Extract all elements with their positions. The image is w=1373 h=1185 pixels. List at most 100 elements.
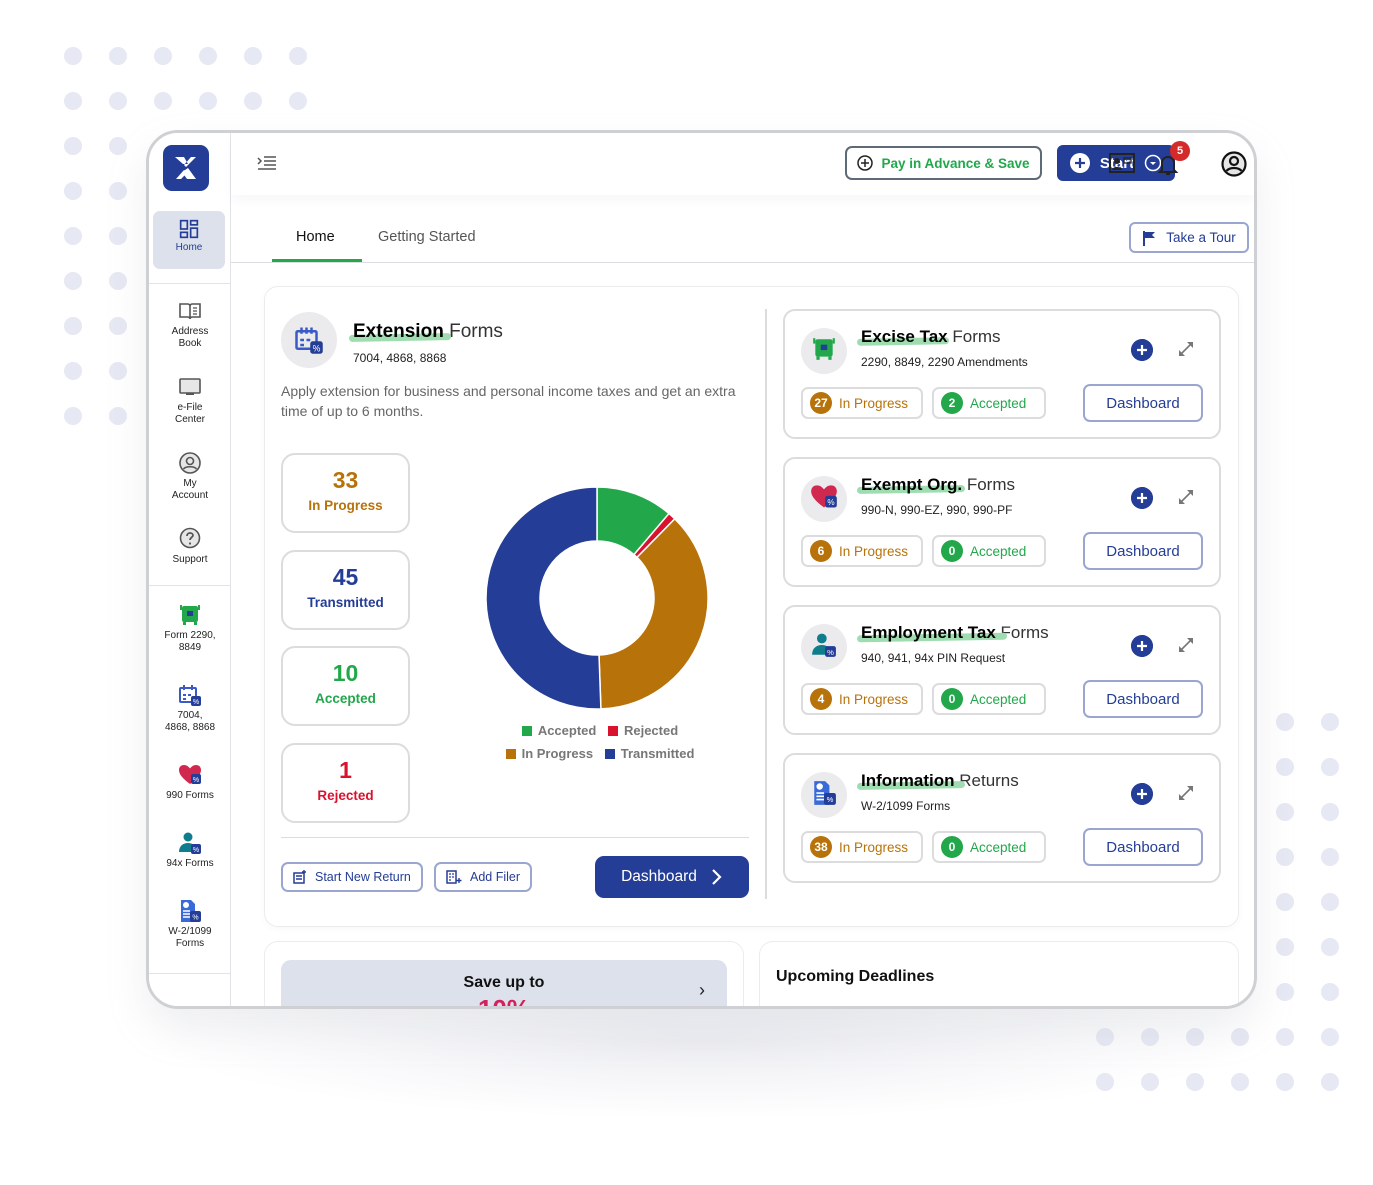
truck-icon [180, 605, 200, 625]
extension-forms-panel: % Extension Forms 7004, 4868, 8868 Apply… [264, 286, 1239, 927]
svg-text:%: % [193, 847, 199, 854]
monitor-icon [179, 378, 201, 395]
chevron-right-icon [712, 869, 722, 885]
sidebar-item-my-account[interactable]: My Account [149, 451, 231, 502]
decor-dot [64, 47, 82, 65]
stat-rejected[interactable]: 1 Rejected [281, 743, 410, 823]
flag-icon [1143, 230, 1156, 246]
in-progress-pill[interactable]: 4 In Progress [801, 683, 923, 715]
accepted-pill[interactable]: 0 Accepted [932, 831, 1046, 863]
extension-dashboard-button[interactable]: Dashboard [595, 856, 749, 898]
in-progress-pill[interactable]: 27 In Progress [801, 387, 923, 419]
decor-dot [1276, 938, 1294, 956]
decor-dot [1276, 893, 1294, 911]
calendar-icon: % [179, 685, 201, 706]
id-card-icon[interactable] [1109, 153, 1135, 173]
in-progress-pill[interactable]: 38 In Progress [801, 831, 923, 863]
accepted-pill[interactable]: 2 Accepted [932, 387, 1046, 419]
card-icon-wrap: % [801, 624, 847, 670]
sidebar-item-efile-center[interactable]: e-File Center [149, 375, 231, 426]
upcoming-deadlines-panel: Upcoming Deadlines [759, 941, 1239, 1006]
decor-dot [199, 92, 217, 110]
notifications-button[interactable]: 5 [1157, 141, 1190, 177]
tab-bar: Home Getting Started [231, 195, 1254, 263]
decor-dot [1321, 713, 1339, 731]
card-dashboard-button[interactable]: Dashboard [1083, 680, 1203, 718]
stat-accepted[interactable]: 10 Accepted [281, 646, 410, 726]
user-avatar-icon[interactable] [1221, 151, 1247, 177]
expand-icon[interactable] [1177, 488, 1195, 506]
decor-dot [1276, 758, 1294, 776]
stat-in-progress[interactable]: 33 In Progress [281, 453, 410, 533]
add-plus-icon[interactable] [1131, 635, 1153, 657]
form-category-card: % Information Returns W-2/1099 Forms 38 I… [783, 753, 1221, 883]
card-dashboard-button[interactable]: Dashboard [1083, 384, 1203, 422]
start-new-return-button[interactable]: Start New Return [281, 862, 423, 892]
app-window: Home Address Book e-File Center My Accou… [146, 130, 1257, 1009]
plus-circle-icon [857, 155, 874, 171]
card-dashboard-button[interactable]: Dashboard [1083, 532, 1203, 570]
sidebar-item-label: 94x Forms [166, 858, 214, 869]
decor-dot [1276, 1073, 1294, 1091]
decor-dot [109, 47, 127, 65]
sidebar-item-home[interactable]: Home [153, 211, 225, 269]
decor-dot [109, 182, 127, 200]
decor-dot [1321, 983, 1339, 1001]
tab-home[interactable]: Home [296, 229, 335, 245]
building-add-icon [446, 870, 462, 884]
add-plus-icon[interactable] [1131, 783, 1153, 805]
chevron-right-icon: › [699, 980, 705, 1000]
svg-text:%: % [193, 699, 199, 706]
sidebar-item-label: Form 2290, 8849 [164, 630, 216, 653]
decor-dot [1321, 938, 1339, 956]
card-dashboard-button[interactable]: Dashboard [1083, 828, 1203, 866]
add-plus-icon[interactable] [1131, 339, 1153, 361]
card-icon-wrap [801, 328, 847, 374]
take-a-tour-button[interactable]: Take a Tour [1129, 222, 1249, 253]
accepted-pill[interactable]: 0 Accepted [932, 683, 1046, 715]
add-filer-button[interactable]: Add Filer [434, 862, 533, 892]
card-title: Exempt Org. Forms [856, 475, 1015, 495]
accepted-pill[interactable]: 0 Accepted [932, 535, 1046, 567]
decor-dot [64, 137, 82, 155]
decor-dot [1321, 1028, 1339, 1046]
stat-transmitted[interactable]: 45 Transmitted [281, 550, 410, 630]
tab-getting-started[interactable]: Getting Started [378, 229, 476, 245]
sidebar-item-form-2290[interactable]: Form 2290, 8849 [149, 603, 231, 654]
sidebar-item-support[interactable]: Support [149, 527, 231, 566]
extension-title: Extension Forms [348, 321, 503, 343]
expand-icon[interactable] [1177, 340, 1195, 358]
sidebar-item-990-forms[interactable]: % 990 Forms [149, 763, 231, 802]
decor-dot [64, 182, 82, 200]
sidebar-item-extension[interactable]: % 7004, 4868, 8868 [149, 683, 231, 734]
employee-icon: % [811, 632, 837, 663]
sidebar-item-94x-forms[interactable]: % 94x Forms [149, 831, 231, 870]
form-category-card: % Employment Tax Forms 940, 941, 94x PIN… [783, 605, 1221, 735]
sidebar-item-w2-1099[interactable]: % W-2/1099 Forms [149, 899, 231, 950]
sidebar-item-label: W-2/1099 Forms [168, 926, 212, 949]
sidebar-item-label: Support [172, 554, 208, 565]
in-progress-pill[interactable]: 6 In Progress [801, 535, 923, 567]
card-subtitle: W-2/1099 Forms [861, 799, 951, 813]
chart-legend: Accepted Rejected In Progress Transmitte… [490, 719, 710, 765]
divider [281, 837, 749, 838]
top-bar: Pay in Advance & Save Start 5 [231, 133, 1254, 195]
menu-toggle-icon[interactable] [257, 155, 277, 171]
add-plus-icon[interactable] [1131, 487, 1153, 509]
pay-in-advance-button[interactable]: Pay in Advance & Save [845, 146, 1042, 180]
save-promo-banner[interactable]: Save up to 10% › [281, 960, 727, 1006]
expand-icon[interactable] [1177, 636, 1195, 654]
brand-logo[interactable] [163, 145, 209, 191]
expand-icon[interactable] [1177, 784, 1195, 802]
decor-dot [1276, 983, 1294, 1001]
decor-dot [289, 47, 307, 65]
active-tab-indicator [272, 259, 362, 262]
sidebar-divider [149, 283, 231, 284]
donut-slice-in-progress[interactable] [598, 517, 709, 710]
legend-item-transmitted: Transmitted [604, 746, 694, 761]
extension-description: Apply extension for business and persona… [281, 383, 736, 419]
decor-dot [199, 47, 217, 65]
donut-slice-transmitted[interactable] [485, 486, 602, 710]
sidebar-item-label: Address Book [171, 326, 209, 349]
sidebar-item-address-book[interactable]: Address Book [149, 299, 231, 350]
